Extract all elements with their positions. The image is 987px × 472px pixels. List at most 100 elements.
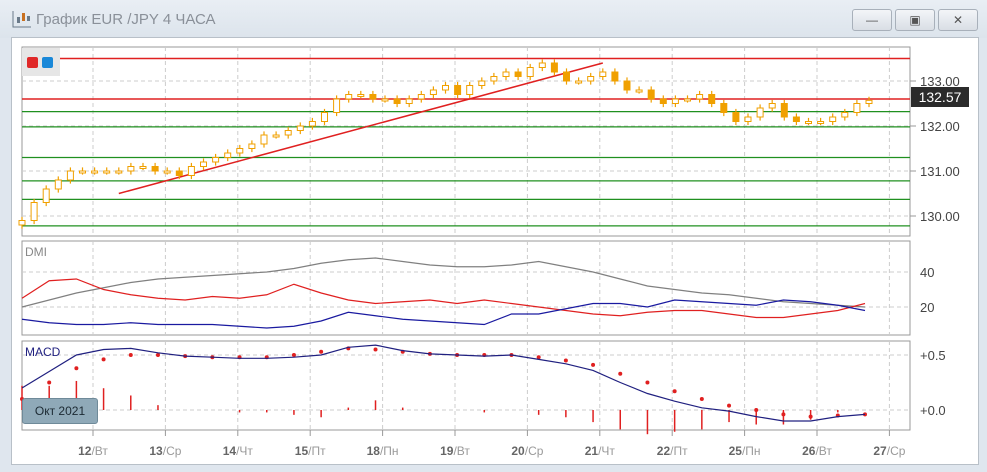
- red-button[interactable]: [27, 57, 38, 68]
- macd-signal-dot: [591, 362, 596, 367]
- candle-body: [466, 85, 474, 95]
- macd-signal-dot: [319, 349, 324, 354]
- price-axis-label: 131.00: [920, 164, 960, 179]
- day-label: 19/Вт: [440, 444, 470, 458]
- candle-body: [647, 89, 655, 100]
- chart-canvas[interactable]: 12/Вт 13/Ср 14/Чт 15/Пт 18/Пн 19/Вт 20/Ср 21/Чт…: [0, 0, 987, 472]
- candle-body: [611, 71, 619, 82]
- candle-body: [417, 94, 425, 100]
- blue-button[interactable]: [42, 57, 53, 68]
- macd-signal-dot: [47, 380, 52, 385]
- macd-label: MACD: [25, 345, 61, 359]
- candle-body: [308, 121, 316, 127]
- candle-body: [151, 166, 159, 172]
- candle-body: [212, 157, 220, 163]
- candle-body: [200, 161, 207, 167]
- candle-body: [623, 80, 631, 91]
- day-label: 18/Пн: [367, 444, 399, 458]
- candle-body: [381, 98, 389, 102]
- candle-body: [187, 166, 195, 176]
- month-label: Окт 2021: [22, 398, 98, 424]
- candle-body: [30, 202, 38, 221]
- candle-body: [321, 112, 328, 122]
- minus-di-line: [21, 299, 866, 329]
- macd-signal-dot: [563, 358, 568, 363]
- macd-signal-dot: [672, 389, 677, 394]
- candle-body: [805, 121, 812, 124]
- candle-body: [780, 103, 788, 118]
- current-price-tag: 132.57: [911, 87, 969, 107]
- day-label: 22/Пт: [657, 444, 688, 458]
- candle-body: [405, 98, 413, 104]
- day-label: 14/Чт: [223, 444, 254, 458]
- candle-body: [18, 220, 26, 226]
- candle-body: [139, 166, 147, 169]
- day-label: 21/Чт: [585, 444, 616, 458]
- candle-body: [841, 112, 849, 118]
- day-label: 25/Пн: [729, 444, 761, 458]
- candle-body: [671, 98, 679, 104]
- panel-border-0: [21, 46, 911, 237]
- candle-body: [817, 121, 825, 124]
- candle-body: [369, 94, 377, 100]
- macd-signal-dot: [754, 408, 759, 412]
- macd-axis-label: +0.0: [920, 403, 946, 418]
- candle-body: [115, 170, 123, 174]
- candle-body: [732, 112, 740, 122]
- dmi-axis-label: 40: [920, 265, 934, 280]
- candle-body: [635, 89, 643, 93]
- panel-border-2: [21, 340, 911, 431]
- day-label: 20/Ср: [511, 444, 543, 458]
- macd-signal-dot: [781, 412, 786, 417]
- candle-body: [478, 80, 486, 86]
- candle-body: [260, 134, 268, 145]
- macd-axis-label: +0.5: [920, 348, 946, 363]
- candle-body: [587, 76, 595, 82]
- candle-body: [175, 170, 183, 176]
- candle-body: [744, 116, 752, 122]
- macd-signal-dot: [645, 380, 650, 385]
- candle-body: [696, 94, 704, 100]
- candle-body: [42, 188, 50, 203]
- candle-body: [563, 71, 570, 82]
- macd-signal-dot: [727, 403, 732, 408]
- candle-body: [54, 179, 62, 190]
- color-buttons: [22, 48, 60, 76]
- candle-body: [429, 89, 437, 95]
- day-label: 15/Пт: [295, 444, 326, 458]
- candle-body: [91, 170, 99, 174]
- macd-signal-dot: [618, 371, 623, 376]
- candle-body: [490, 76, 498, 82]
- candle-body: [502, 71, 510, 77]
- candle-body: [538, 62, 546, 68]
- candle-body: [792, 116, 800, 122]
- candle-body: [79, 170, 86, 174]
- candle-body: [514, 71, 522, 77]
- adx-line: [21, 257, 866, 308]
- dmi-axis-label: 20: [920, 300, 934, 315]
- candle-body: [829, 116, 837, 122]
- candle-body: [272, 134, 280, 138]
- candle-body: [720, 103, 728, 113]
- macd-signal-dot: [128, 353, 133, 357]
- candle-body: [575, 80, 583, 84]
- candle-body: [357, 94, 365, 97]
- price-axis-label: 130.00: [920, 209, 960, 224]
- macd-signal-dot: [155, 353, 160, 357]
- candle-body: [684, 98, 691, 102]
- candle-body: [66, 170, 74, 181]
- candle-body: [284, 130, 292, 136]
- candle-body: [865, 99, 873, 104]
- candle-body: [236, 148, 244, 154]
- dmi-label: DMI: [25, 245, 47, 259]
- macd-signal-dot: [373, 347, 378, 352]
- candle-body: [853, 103, 861, 113]
- day-label: 12/Вт: [78, 444, 108, 458]
- candle-body: [103, 170, 111, 174]
- candle-body: [248, 143, 256, 149]
- candle-body: [708, 94, 716, 104]
- day-label: 13/Ср: [149, 444, 181, 458]
- candle-body: [127, 166, 135, 172]
- day-label: 27/Ср: [873, 444, 905, 458]
- candle-body: [296, 125, 304, 131]
